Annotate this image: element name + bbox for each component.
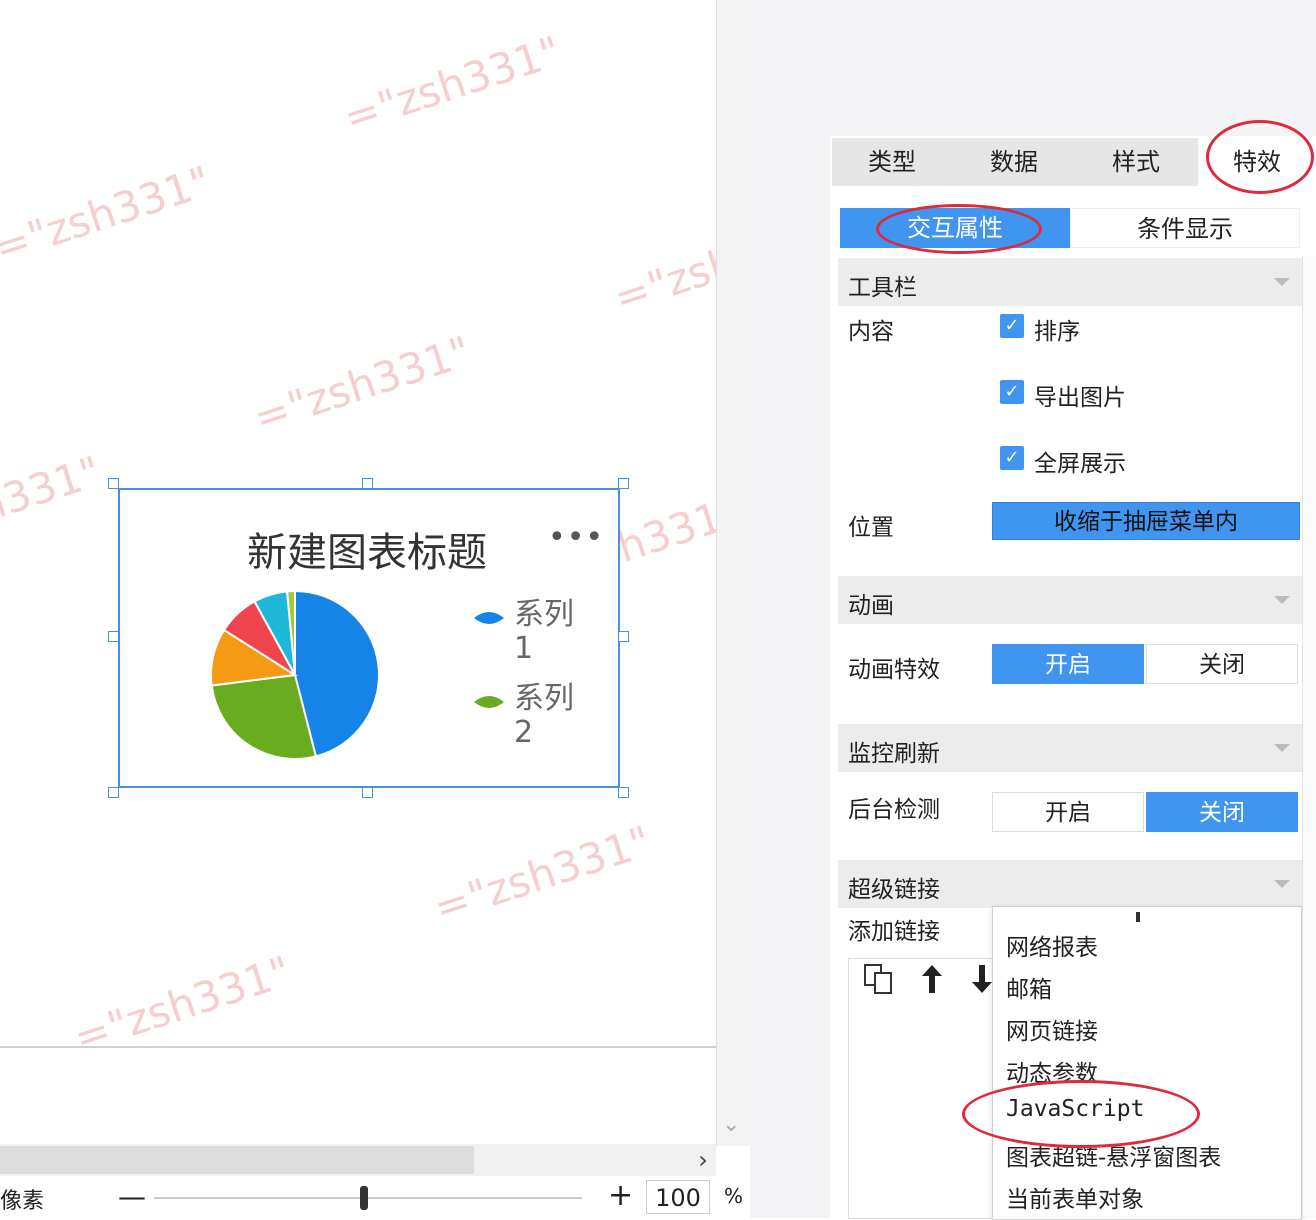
- zoom-slider[interactable]: [154, 1197, 582, 1199]
- zoom-slider-thumb[interactable]: [360, 1186, 368, 1210]
- export-image-checkbox[interactable]: ✓: [1000, 380, 1024, 404]
- animation-off-button[interactable]: 关闭: [1146, 644, 1298, 684]
- zoom-in-button[interactable]: +: [608, 1178, 633, 1213]
- monitor-on-button[interactable]: 开启: [992, 792, 1144, 832]
- legend-marker-series2: [474, 696, 504, 708]
- resize-handle[interactable]: [108, 631, 119, 642]
- legend-series1[interactable]: 系列 1: [514, 598, 584, 666]
- resize-handle[interactable]: [362, 787, 373, 798]
- position-label: 位置: [848, 515, 894, 541]
- animation-on-button[interactable]: 开启: [992, 644, 1144, 684]
- resize-handle[interactable]: [108, 787, 119, 798]
- menu-item-web-report[interactable]: 网络报表: [1006, 928, 1098, 962]
- more-options-icon[interactable]: •••: [548, 520, 604, 555]
- legend-series1-name: 系列: [514, 597, 574, 632]
- panel-gutter: [750, 0, 830, 1218]
- section-hyperlink-title: 超级链接: [848, 877, 940, 903]
- section-monitor-title: 监控刷新: [848, 741, 940, 767]
- tab-data[interactable]: 数据: [954, 138, 1074, 186]
- highlight-ring: [962, 1080, 1200, 1148]
- add-link-label: 添加链接: [848, 919, 940, 945]
- section-animation[interactable]: [838, 576, 1302, 624]
- menu-item-email[interactable]: 邮箱: [1006, 970, 1052, 1004]
- section-animation-title: 动画: [848, 593, 894, 619]
- resize-handle[interactable]: [108, 478, 119, 489]
- resize-handle[interactable]: [618, 631, 629, 642]
- vertical-scrollbar[interactable]: [716, 0, 751, 1146]
- legend-series2-number: 2: [514, 715, 534, 750]
- highlight-ring: [1206, 120, 1314, 194]
- resize-handle[interactable]: [618, 478, 629, 489]
- panel-scrollbar[interactable]: [1302, 256, 1316, 1218]
- menu-item-web-link[interactable]: 网页链接: [1006, 1012, 1098, 1046]
- legend-series1-number: 1: [514, 631, 534, 666]
- text-cursor: [1136, 912, 1140, 922]
- pie-chart: [210, 589, 380, 760]
- chevron-down-icon[interactable]: [1274, 880, 1290, 888]
- resize-handle[interactable]: [618, 787, 629, 798]
- background-check-label: 后台检测: [848, 797, 940, 823]
- unit-label: 像素: [0, 1189, 45, 1214]
- tab-type[interactable]: 类型: [832, 138, 952, 186]
- export-image-option[interactable]: 导出图片: [1034, 378, 1126, 412]
- chevron-right-icon[interactable]: ›: [690, 1144, 716, 1176]
- resize-handle[interactable]: [362, 478, 373, 489]
- chevron-down-icon[interactable]: [1274, 744, 1290, 752]
- zoom-unit: %: [724, 1184, 744, 1208]
- monitor-off-button[interactable]: 关闭: [1146, 792, 1298, 832]
- legend-marker-series1: [474, 612, 504, 624]
- lower-canvas: [0, 1048, 716, 1144]
- section-toolbar-title: 工具栏: [848, 275, 917, 301]
- chart-title: 新建图表标题: [247, 530, 487, 576]
- sort-checkbox[interactable]: ✓: [1000, 314, 1024, 338]
- subtab-condition[interactable]: 条件显示: [1070, 208, 1300, 248]
- chevron-down-icon[interactable]: ⌄: [722, 1112, 740, 1137]
- move-down-icon[interactable]: [970, 962, 994, 1004]
- panel-header-area: [830, 0, 1316, 136]
- tab-style[interactable]: 样式: [1076, 138, 1196, 186]
- menu-item-current-form[interactable]: 当前表单对象: [1006, 1180, 1144, 1214]
- legend-series2[interactable]: 系列 2: [514, 682, 584, 750]
- copy-icon[interactable]: [862, 962, 896, 1004]
- zoom-input[interactable]: 100: [646, 1180, 710, 1214]
- position-select[interactable]: 收缩于抽屉菜单内: [992, 502, 1300, 540]
- horizontal-scroll-thumb[interactable]: [0, 1146, 474, 1174]
- legend-series2-name: 系列: [514, 681, 574, 716]
- chevron-down-icon[interactable]: [1274, 278, 1290, 286]
- move-up-icon[interactable]: [918, 962, 946, 1004]
- highlight-ring: [876, 204, 1042, 254]
- fullscreen-checkbox[interactable]: ✓: [1000, 446, 1024, 470]
- content-label: 内容: [848, 319, 894, 345]
- fullscreen-option[interactable]: 全屏展示: [1034, 444, 1126, 478]
- chevron-down-icon[interactable]: [1274, 596, 1290, 604]
- animation-effect-label: 动画特效: [848, 657, 940, 683]
- sort-option[interactable]: 排序: [1034, 312, 1080, 346]
- zoom-out-button[interactable]: —: [118, 1180, 146, 1213]
